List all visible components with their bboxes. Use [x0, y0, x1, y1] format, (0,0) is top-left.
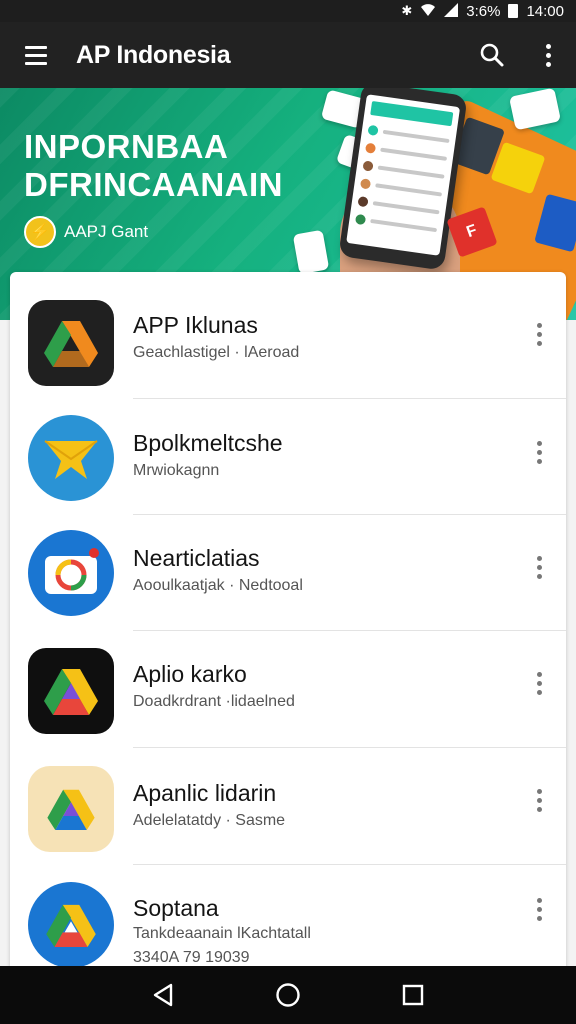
clock: 14:00 — [526, 2, 564, 20]
app-title: Nearticlatias — [133, 545, 260, 571]
app-title: Apanlic lidarin — [133, 780, 277, 806]
back-button[interactable] — [133, 966, 193, 1024]
badge-text: AAPJ Gant — [64, 222, 149, 241]
status-bar: ✱ 3:6% 14:00 — [0, 0, 576, 22]
banner-badge: ⚡ AAPJ Gant — [24, 216, 148, 248]
item-more-icon[interactable] — [529, 549, 549, 585]
app-title: AP Indonesia — [76, 40, 231, 69]
battery-percentage: 3:6% — [466, 2, 501, 20]
app-icon-star-mail — [28, 415, 114, 501]
app-subtitle: Doadkrdrant ·lidaelned — [133, 693, 295, 710]
more-vert-icon — [545, 43, 551, 67]
hamburger-line — [25, 61, 47, 65]
home-button[interactable] — [258, 966, 318, 1024]
app-icon-drive-blue — [28, 882, 114, 968]
app-extra-info: 3340A 79 19039 — [133, 949, 250, 966]
hamburger-line — [25, 53, 47, 57]
item-more-icon[interactable] — [529, 316, 549, 352]
signal-icon — [444, 2, 459, 20]
app-subtitle: Aooulkaatjak · Nedtooal — [133, 577, 303, 594]
app-icon-drive-cream — [28, 766, 114, 852]
lightning-logo-icon: ⚡ — [24, 216, 56, 248]
search-icon — [480, 43, 504, 67]
list-item[interactable]: APP Iklunas Geachlastigel · lAeroad — [10, 280, 566, 399]
headline-line-2: DFRINCAANAIN — [24, 166, 283, 203]
system-nav-bar — [0, 966, 576, 1024]
wifi-icon — [420, 3, 436, 20]
list-item[interactable]: Soptana Tankdeaanain lKachtatall 3340A 7… — [10, 865, 566, 972]
item-more-icon[interactable] — [529, 782, 549, 818]
recents-square-icon — [403, 984, 424, 1006]
app-title: APP Iklunas — [133, 312, 258, 338]
list-item[interactable]: Aplio karko Doadkrdrant ·lidaelned — [10, 631, 566, 748]
app-subtitle: Geachlastigel · lAeroad — [133, 344, 300, 361]
app-bar: AP Indonesia — [0, 22, 576, 88]
back-triangle-icon — [153, 983, 172, 1007]
app-title: Soptana — [133, 895, 219, 921]
battery-icon — [508, 4, 519, 18]
app-list: APP Iklunas Geachlastigel · lAeroad Bpol… — [10, 272, 566, 972]
headline-line-1: INPORNBAA — [24, 128, 229, 165]
app-icon-drive-black — [28, 648, 114, 734]
list-item[interactable]: Nearticlatias Aooulkaatjak · Nedtooal — [10, 515, 566, 632]
app-icon-drive-dark — [28, 300, 114, 386]
app-title: Bpolkmeltcshe — [133, 430, 283, 456]
bluetooth-icon: ✱ — [401, 3, 413, 18]
banner-headline: INPORNBAA DFRINCAANAIN — [24, 128, 283, 204]
app-icon-camera — [28, 530, 114, 616]
app-title: Aplio karko — [133, 661, 247, 687]
hamburger-icon — [25, 45, 47, 49]
app-subtitle: Mrwiokagnn — [133, 462, 220, 479]
item-more-icon[interactable] — [529, 891, 549, 927]
list-item[interactable]: Apanlic lidarin Adelelatatdy · Sasme — [10, 748, 566, 865]
recents-button[interactable] — [383, 966, 443, 1024]
list-item[interactable]: Bpolkmeltcshe Mrwiokagnn — [10, 398, 566, 515]
item-more-icon[interactable] — [529, 434, 549, 470]
home-circle-icon — [276, 983, 300, 1007]
overflow-menu-button[interactable] — [520, 22, 576, 88]
app-subtitle: Tankdeaanain lKachtatall — [133, 925, 311, 942]
menu-button[interactable] — [0, 22, 72, 88]
phone-screen — [346, 94, 461, 256]
item-more-icon[interactable] — [529, 665, 549, 701]
app-subtitle: Adelelatatdy · Sasme — [133, 812, 286, 829]
search-button[interactable] — [464, 22, 520, 88]
